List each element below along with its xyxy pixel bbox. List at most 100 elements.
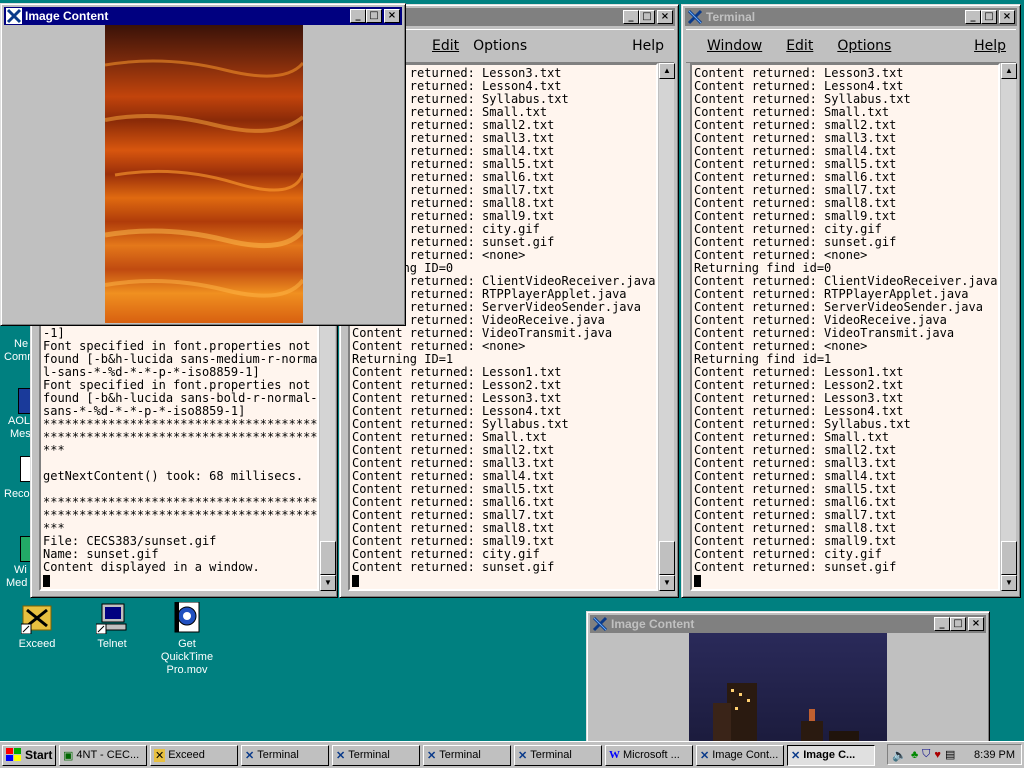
quicktime-movie-icon [171, 601, 203, 634]
partial-icon-label: Ne [14, 338, 29, 350]
taskbar: Start ▣ 4NT - CEC... ✕ Exceed ✕ Terminal ✕ Term… [0, 741, 1024, 768]
scrollbar-thumb[interactable] [1001, 541, 1017, 575]
terminal-line: Content returned: sunset.gif [694, 560, 897, 574]
image-content-window-sunset[interactable]: Image Content _ □ × [0, 3, 406, 326]
minimize-button[interactable]: _ [934, 617, 950, 631]
menu-help[interactable]: Help [632, 38, 664, 54]
desktop-partial-icons: Ne Comm AOL Mes Reco Wi Med [0, 320, 36, 600]
word-icon: W [609, 749, 620, 761]
menu-label: Help [974, 38, 1006, 54]
scroll-up-button[interactable]: ▲ [659, 63, 675, 79]
scroll-up-button[interactable]: ▲ [1001, 63, 1017, 79]
sunset-image [105, 25, 303, 323]
title-bar[interactable]: Terminal _ □ × [685, 8, 1017, 26]
maximize-button[interactable]: □ [950, 617, 966, 631]
window-title: Terminal [706, 10, 756, 24]
speaker-icon[interactable]: 🔈 [892, 748, 907, 762]
exceed-icon [20, 602, 53, 635]
maximize-button[interactable]: □ [639, 10, 655, 24]
network-icon[interactable]: ♣ [911, 749, 918, 761]
taskbar-button[interactable]: ✕ Exceed [150, 744, 238, 766]
desktop-icon-quicktime[interactable]: Get QuickTime Pro.mov [152, 601, 222, 677]
taskbar-button[interactable]: ▣ 4NT - CEC... [59, 744, 147, 766]
scrollbar-thumb[interactable] [659, 541, 675, 575]
terminal-window-right[interactable]: Terminal _ □ × Window Edit Options Help … [681, 4, 1021, 598]
taskbar-button-label: 4NT - CEC... [76, 749, 140, 761]
x-window-icon: ✕ [427, 749, 437, 762]
terminal-prompt[interactable] [43, 574, 317, 587]
terminal-line: getNextContent() took: 68 millisecs. [43, 469, 304, 483]
taskbar-button-label: Image C... [803, 749, 856, 761]
menu-help[interactable]: Help [964, 38, 1006, 54]
close-button[interactable]: × [999, 10, 1015, 24]
window-title: Image Content [611, 617, 695, 631]
menu-edit[interactable]: Edit [776, 38, 813, 54]
printer-icon[interactable]: ▤ [945, 748, 955, 761]
antivirus-icon[interactable]: ♥ [934, 749, 941, 761]
exceed-icon: ✕ [154, 748, 166, 762]
scroll-down-button[interactable]: ▼ [659, 575, 675, 591]
text-cursor [43, 575, 50, 587]
partial-icon-label: AOL [8, 415, 31, 427]
taskbar-button[interactable]: ✕ Terminal [423, 744, 511, 766]
title-bar[interactable]: Image Content _ □ × [4, 7, 402, 25]
scroll-down-button[interactable]: ▼ [320, 575, 336, 591]
vertical-scrollbar[interactable]: ▼ [319, 323, 336, 591]
cloud-streaks [105, 59, 303, 298]
scrollbar-thumb[interactable] [320, 541, 336, 575]
terminal-output[interactable]: -1] Font specified in font.properties not… [39, 323, 319, 591]
vertical-scrollbar[interactable]: ▲ ▼ [1000, 63, 1017, 591]
start-label: Start [25, 748, 53, 762]
taskbar-button[interactable]: ✕ Image Cont... [696, 744, 784, 766]
title-bar[interactable]: Image Content _ □ × [590, 615, 986, 633]
minimize-button[interactable]: _ [350, 9, 366, 23]
partial-icon-label: Reco [4, 488, 30, 500]
menu-options[interactable]: Options [473, 38, 527, 54]
terminal-prompt[interactable] [352, 574, 656, 587]
desktop-icon-exceed[interactable]: Exceed [2, 602, 72, 651]
close-button[interactable]: × [968, 617, 984, 631]
maximize-button[interactable]: □ [366, 9, 382, 23]
system-tray: 🔈 ♣ ⛉ ♥ ▤ 8:39 PM [887, 744, 1022, 765]
taskbar-button[interactable]: ✕ Terminal [514, 744, 602, 766]
menu-window[interactable]: Window [697, 38, 762, 54]
taskbar-button[interactable]: W Microsoft ... [605, 744, 693, 766]
close-button[interactable]: × [657, 10, 673, 24]
shield-icon[interactable]: ⛉ [922, 748, 930, 761]
terminal-prompt[interactable] [694, 574, 998, 587]
close-button[interactable]: × [384, 9, 400, 23]
taskbar-button-label: Terminal [348, 749, 390, 761]
city-image [689, 633, 887, 753]
terminal-line: Content displayed in a window. [43, 560, 260, 574]
x-window-icon: ✕ [245, 749, 255, 762]
taskbar-button[interactable]: ✕ Terminal [332, 744, 420, 766]
image-content-window-city[interactable]: Image Content _ □ × [586, 611, 990, 753]
taskbar-button[interactable]: ✕ Terminal [241, 744, 329, 766]
vertical-scrollbar[interactable]: ▲ ▼ [658, 63, 675, 591]
start-button[interactable]: Start [2, 744, 56, 766]
menu-bar: Window Edit Options Help [686, 29, 1016, 63]
maximize-button[interactable]: □ [981, 10, 997, 24]
taskbar-button-label: Terminal [257, 749, 299, 761]
partial-icon-label: Med [6, 577, 28, 589]
desktop-icon-telnet[interactable]: Telnet [77, 602, 147, 651]
clock[interactable]: 8:39 PM [974, 749, 1015, 761]
text-cursor [352, 575, 359, 587]
menu-label: Edit [432, 38, 460, 54]
console-icon: ▣ [63, 749, 74, 762]
telnet-icon [95, 602, 128, 635]
taskbar-button[interactable]: ✕ Image C... [787, 744, 875, 766]
x-window-icon [687, 9, 703, 25]
window-title: Image Content [25, 9, 109, 23]
taskbar-button-label: Terminal [439, 749, 481, 761]
icon-label: Exceed [18, 638, 56, 650]
minimize-button[interactable]: _ [623, 10, 639, 24]
terminal-output[interactable]: Content returned: Lesson3.txt Content ret… [690, 63, 1000, 591]
terminal-line: *** [43, 443, 65, 457]
minimize-button[interactable]: _ [965, 10, 981, 24]
menu-options[interactable]: Options [827, 38, 891, 54]
x-window-icon [592, 616, 608, 632]
taskbar-button-label: Exceed [168, 749, 205, 761]
scroll-down-button[interactable]: ▼ [1001, 575, 1017, 591]
menu-edit[interactable]: Edit [422, 38, 459, 54]
